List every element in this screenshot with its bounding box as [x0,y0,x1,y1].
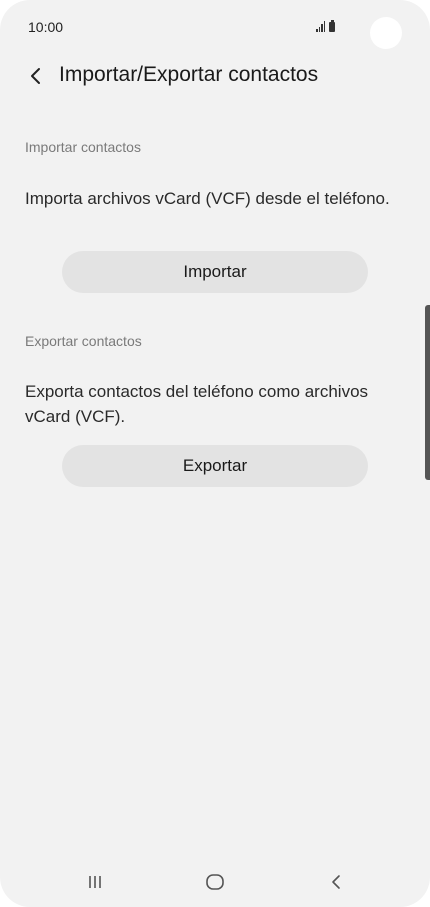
export-section-header: Exportar contactos [25,333,142,349]
signal-icon [316,21,325,32]
page-title: Importar/Exportar contactos [59,63,319,86]
import-description: Importa archivos vCard (VCF) desde el te… [25,189,390,208]
phone-screen: 10:00 Importar/Exportar contactos Import… [0,0,430,907]
status-time: 10:00 [28,19,64,35]
battery-icon [329,20,335,32]
navigation-bar [0,860,430,904]
export-button[interactable]: Exportar [62,445,368,487]
recents-button[interactable] [75,868,115,896]
back-icon [332,875,340,889]
home-button[interactable] [195,868,235,896]
import-section-header: Importar contactos [25,139,141,155]
top-app-bar: Importar/Exportar contactos [0,56,430,96]
back-button[interactable] [22,60,50,92]
home-icon [206,874,224,890]
recents-icon [89,876,101,888]
camera-cutout [370,17,402,49]
status-bar: 10:00 [0,0,430,58]
nav-back-button[interactable] [316,868,356,896]
export-description: Exporta contactos del teléfono como arch… [25,382,369,426]
chevron-left-icon [31,68,40,84]
scroll-handle[interactable] [425,305,430,480]
import-button[interactable]: Importar [62,251,368,293]
status-icons [316,20,335,32]
